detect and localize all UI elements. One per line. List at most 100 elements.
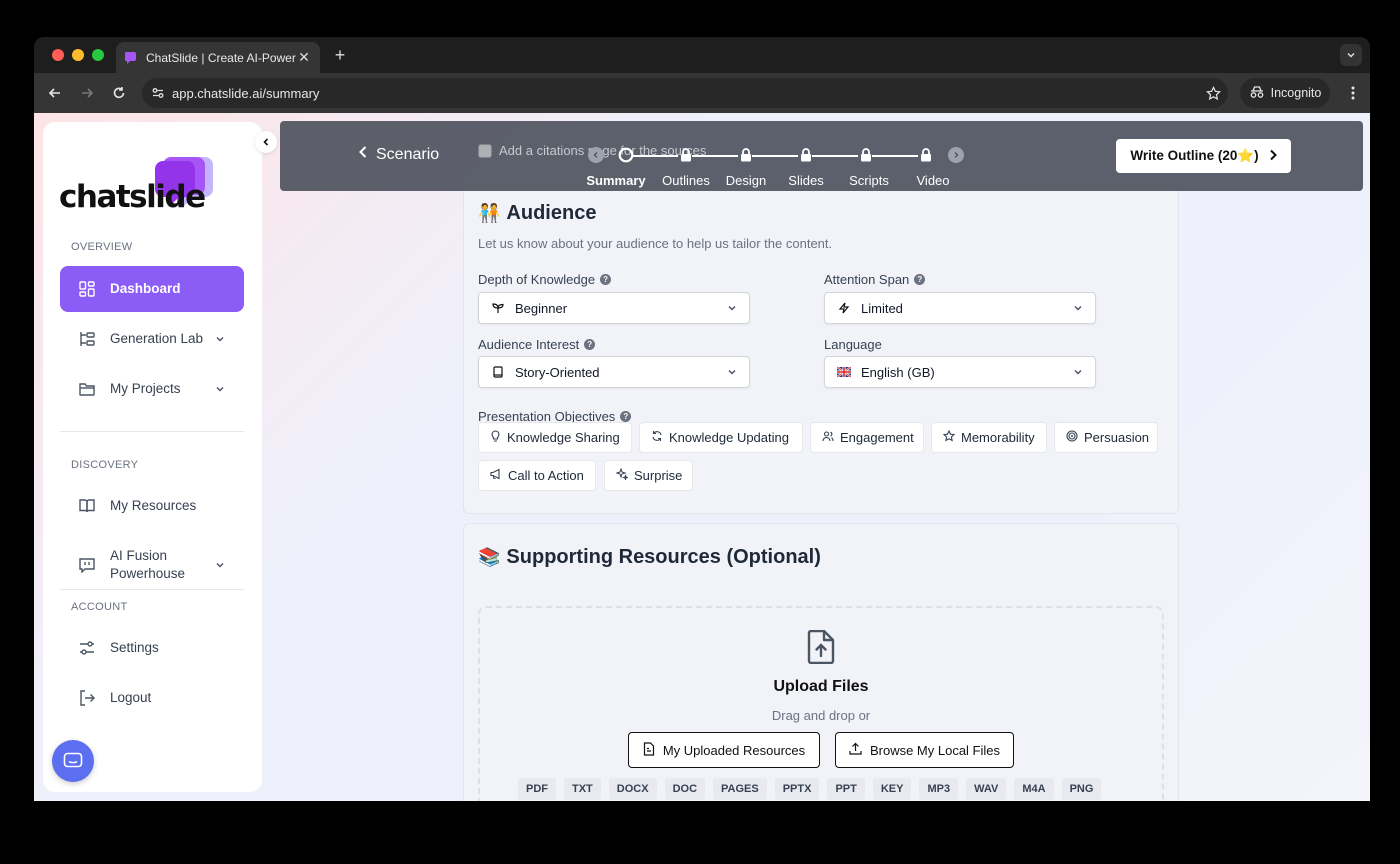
- objective-surprise[interactable]: Surprise: [604, 460, 693, 491]
- file-type-badge: PPT: [827, 778, 865, 800]
- tab-search-icon[interactable]: [1340, 44, 1362, 66]
- previous-step-icon[interactable]: [588, 147, 604, 163]
- settings-sliders-icon: [78, 639, 96, 657]
- chevron-right-icon: [1269, 149, 1277, 164]
- close-tab-icon[interactable]: ✕: [296, 49, 312, 66]
- sidebar-item-label: Logout: [110, 690, 152, 705]
- step-connector: [632, 154, 678, 157]
- address-bar[interactable]: app.chatslide.ai/summary: [142, 78, 1228, 108]
- sidebar-item-my-projects[interactable]: My Projects: [60, 366, 244, 412]
- step-label-video: Video: [916, 173, 950, 188]
- uk-flag-icon: [837, 365, 851, 379]
- chevron-down-icon[interactable]: [210, 334, 230, 344]
- objective-knowledge-updating[interactable]: Knowledge Updating: [639, 422, 803, 453]
- sidebar-item-ai-fusion-powerhouse[interactable]: AI Fusion Powerhouse: [60, 542, 244, 588]
- audience-card: 🧑‍🤝‍🧑 Audience Let us know about your au…: [463, 183, 1179, 514]
- attention-span-label: Attention Span ?: [824, 272, 926, 287]
- minimize-window-button[interactable]: [72, 49, 84, 61]
- language-select[interactable]: English (GB): [824, 356, 1096, 388]
- back-icon[interactable]: [44, 82, 66, 104]
- overview-section-label: OVERVIEW: [71, 241, 133, 253]
- new-tab-icon[interactable]: +: [330, 45, 350, 66]
- support-chat-button[interactable]: [52, 740, 94, 782]
- my-uploaded-resources-button[interactable]: My Uploaded Resources: [628, 732, 820, 768]
- sidebar-item-label: Settings: [110, 640, 159, 655]
- maximize-window-button[interactable]: [92, 49, 104, 61]
- sidebar-item-dashboard[interactable]: Dashboard: [60, 266, 244, 312]
- help-icon[interactable]: ?: [914, 274, 926, 285]
- objective-engagement[interactable]: Engagement: [810, 422, 924, 453]
- next-step-icon[interactable]: [948, 147, 964, 163]
- collapse-sidebar-button[interactable]: [255, 131, 277, 153]
- help-icon[interactable]: ?: [600, 274, 612, 285]
- dashboard-icon: [78, 280, 96, 298]
- browser-tab[interactable]: ChatSlide | Create AI-Powere ✕: [116, 42, 320, 73]
- sidebar-item-my-resources[interactable]: My Resources: [60, 483, 244, 529]
- file-type-badge: PPTX: [774, 778, 820, 800]
- file-drop-zone[interactable]: Upload Files Drag and drop or My Uploade…: [478, 606, 1164, 801]
- chat-icon: [63, 752, 83, 768]
- write-outline-button[interactable]: Write Outline (20⭐): [1116, 139, 1291, 173]
- page-viewport: chatslide OVERVIEW Dashboard Generation …: [34, 113, 1370, 801]
- bookmark-star-icon[interactable]: [1198, 85, 1228, 101]
- step-connector: [752, 154, 798, 157]
- step-connector: [872, 154, 918, 157]
- browse-local-files-button[interactable]: Browse My Local Files: [835, 732, 1014, 768]
- upload-subtitle: Drag and drop or: [771, 708, 871, 723]
- generation-lab-icon: [78, 330, 96, 348]
- tab-title: ChatSlide | Create AI-Powere: [146, 50, 296, 65]
- folder-icon: [78, 380, 96, 398]
- help-icon[interactable]: ?: [620, 411, 632, 422]
- sidebar-item-generation-lab[interactable]: Generation Lab: [60, 316, 244, 362]
- close-window-button[interactable]: [52, 49, 64, 61]
- chevron-down-icon: [1073, 365, 1083, 380]
- browser-menu-icon[interactable]: [1346, 83, 1360, 103]
- sidebar-item-settings[interactable]: Settings: [60, 625, 244, 671]
- reload-icon[interactable]: [108, 82, 130, 104]
- step-outlines-lock-icon: [678, 147, 694, 163]
- sidebar-item-label: Dashboard: [110, 281, 181, 296]
- chevron-down-icon[interactable]: [210, 560, 230, 570]
- citations-checkbox[interactable]: [478, 143, 492, 158]
- audience-interest-label: Audience Interest ?: [478, 337, 596, 352]
- back-to-scenario-button[interactable]: Scenario: [358, 145, 439, 164]
- step-design-lock-icon: [738, 147, 754, 163]
- file-icon: [643, 741, 655, 759]
- step-label-summary[interactable]: Summary: [586, 173, 645, 188]
- objective-call-to-action[interactable]: Call to Action: [478, 460, 596, 491]
- sidebar-item-label: Generation Lab: [110, 331, 204, 346]
- objective-memorability[interactable]: Memorability: [931, 422, 1047, 453]
- discovery-section-label: DISCOVERY: [71, 459, 139, 471]
- site-info-icon[interactable]: [148, 86, 168, 100]
- help-icon[interactable]: ?: [584, 339, 596, 350]
- step-connector: [692, 154, 738, 157]
- attention-span-select[interactable]: Limited: [824, 292, 1096, 324]
- upload-title: Upload Files: [773, 678, 869, 695]
- file-type-badge: MP3: [919, 778, 959, 800]
- chevron-down-icon[interactable]: [210, 384, 230, 394]
- audience-emoji-icon: 🧑‍🤝‍🧑: [478, 203, 501, 223]
- file-type-badge: DOC: [664, 778, 706, 800]
- objective-knowledge-sharing[interactable]: Knowledge Sharing: [478, 422, 632, 453]
- file-type-badge: DOCX: [608, 778, 657, 800]
- step-label-design: Design: [725, 173, 767, 188]
- step-label-outlines: Outlines: [662, 173, 710, 188]
- chevron-down-icon: [727, 365, 737, 380]
- file-type-badge: KEY: [872, 778, 912, 800]
- objective-persuasion[interactable]: Persuasion: [1054, 422, 1158, 453]
- audience-interest-select[interactable]: Story-Oriented: [478, 356, 750, 388]
- depth-of-knowledge-select[interactable]: Beginner: [478, 292, 750, 324]
- file-type-badge: PDF: [518, 778, 556, 800]
- sparkles-icon: [615, 467, 630, 483]
- incognito-indicator[interactable]: Incognito: [1240, 78, 1330, 108]
- file-type-badge: TXT: [564, 778, 601, 800]
- chatslide-favicon-icon: [124, 51, 138, 65]
- progress-stepper: Summary Outlines Design Slides Scripts V…: [586, 147, 968, 191]
- target-icon: [1066, 430, 1078, 445]
- sidebar-item-logout[interactable]: Logout: [60, 675, 244, 721]
- browser-toolbar: app.chatslide.ai/summary Incognito: [34, 73, 1370, 113]
- forward-icon[interactable]: [76, 82, 98, 104]
- step-summary-current-icon[interactable]: [618, 147, 634, 163]
- chatslide-logo: chatslide: [59, 155, 229, 225]
- logo-text: chatslide: [59, 179, 205, 215]
